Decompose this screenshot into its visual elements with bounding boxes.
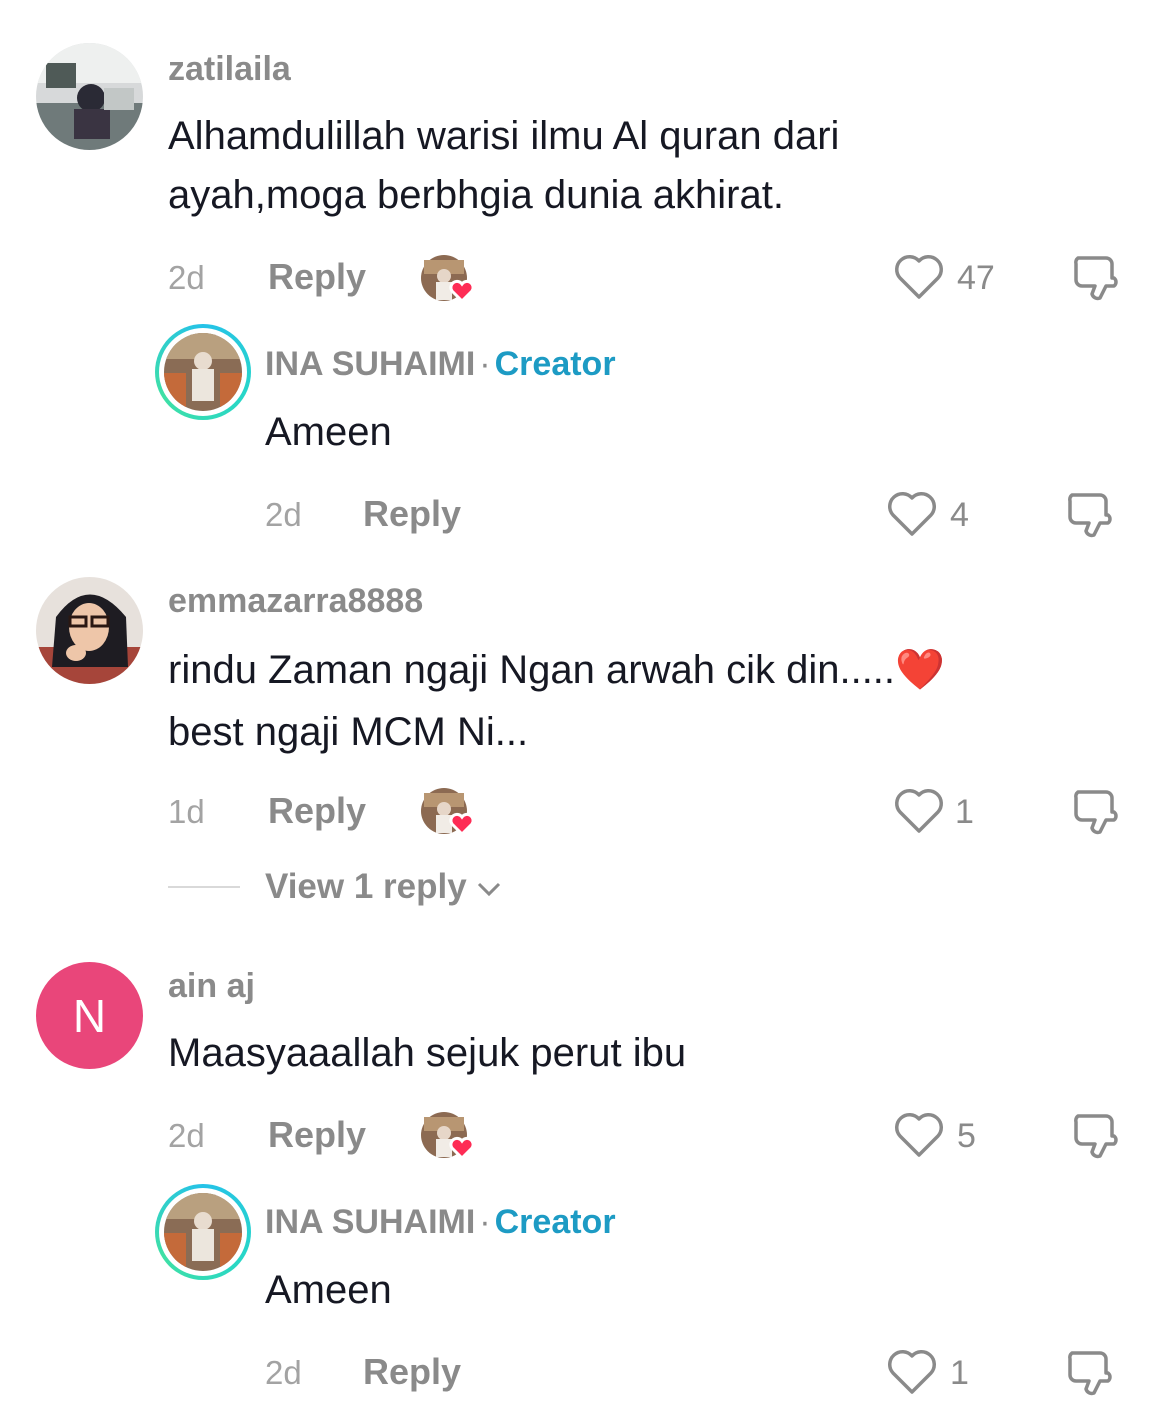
commenter-avatar[interactable] bbox=[36, 43, 143, 150]
creator-badge: Creator bbox=[494, 345, 616, 383]
view-replies-label: View 1 reply bbox=[265, 867, 467, 906]
profile-photo-icon bbox=[36, 43, 143, 150]
like-heart-icon[interactable] bbox=[893, 1111, 945, 1164]
comment-text-line: rindu Zaman ngaji Ngan arwah cik din....… bbox=[168, 648, 945, 692]
creator-liked-heart-icon bbox=[421, 1112, 475, 1161]
like-count: 1 bbox=[950, 1354, 969, 1392]
comment-username[interactable]: ain aj bbox=[168, 967, 255, 1006]
comment-text-line: Maasyaaallah sejuk perut ibu bbox=[168, 1031, 687, 1075]
like-count: 4 bbox=[950, 496, 969, 534]
reply-text: Ameen bbox=[265, 1268, 392, 1312]
like-count: 1 bbox=[955, 793, 974, 831]
commenter-avatar[interactable]: N bbox=[36, 962, 143, 1069]
creator-liked-heart-icon bbox=[421, 255, 475, 304]
reply-button[interactable]: Reply bbox=[363, 1351, 461, 1393]
creator-avatar[interactable] bbox=[155, 324, 251, 420]
creator-liked-badge bbox=[420, 1111, 475, 1161]
creator-liked-badge bbox=[420, 254, 475, 304]
comment-timestamp: 2d bbox=[168, 1117, 205, 1154]
creator-avatar[interactable] bbox=[155, 1184, 251, 1280]
profile-photo-icon bbox=[164, 1193, 242, 1271]
dislike-icon[interactable] bbox=[1064, 487, 1118, 546]
reply-button[interactable]: Reply bbox=[268, 256, 366, 298]
comment-text-line: best ngaji MCM Ni... bbox=[168, 710, 529, 754]
like-count: 5 bbox=[957, 1117, 976, 1155]
reply-username[interactable]: INA SUHAIMI · Creator bbox=[265, 1203, 616, 1242]
comment-timestamp: 2d bbox=[168, 259, 205, 296]
like-heart-icon[interactable] bbox=[886, 490, 938, 543]
reply-button[interactable]: Reply bbox=[268, 1114, 366, 1156]
creator-liked-heart-icon bbox=[421, 788, 475, 837]
view-replies-divider bbox=[168, 886, 240, 888]
dislike-icon[interactable] bbox=[1070, 1108, 1124, 1167]
dislike-icon[interactable] bbox=[1064, 1345, 1118, 1404]
like-heart-icon[interactable] bbox=[893, 253, 945, 306]
comment-text-line: ayah,moga berbhgia dunia akhirat. bbox=[168, 173, 784, 217]
creator-liked-badge bbox=[420, 787, 475, 837]
creator-name[interactable]: INA SUHAIMI bbox=[265, 1203, 475, 1241]
profile-photo-icon bbox=[164, 333, 242, 411]
dislike-icon[interactable] bbox=[1070, 250, 1124, 309]
reply-button[interactable]: Reply bbox=[268, 790, 366, 832]
like-heart-icon[interactable] bbox=[886, 1348, 938, 1401]
comment-text-line: Alhamdulillah warisi ilmu Al quran dari bbox=[168, 114, 840, 158]
comment-username[interactable]: emmazarra8888 bbox=[168, 582, 423, 621]
comments-panel: zatilaila Alhamdulillah warisi ilmu Al q… bbox=[0, 0, 1153, 1411]
comment-username[interactable]: zatilaila bbox=[168, 50, 291, 89]
separator-dot: · bbox=[479, 1203, 491, 1241]
chevron-down-icon bbox=[478, 882, 501, 896]
reply-button[interactable]: Reply bbox=[363, 493, 461, 535]
separator-dot: · bbox=[479, 345, 491, 383]
like-count: 47 bbox=[957, 259, 995, 297]
commenter-avatar[interactable] bbox=[36, 577, 143, 684]
creator-badge: Creator bbox=[494, 1203, 616, 1241]
reply-timestamp: 2d bbox=[265, 1354, 302, 1391]
reply-username[interactable]: INA SUHAIMI · Creator bbox=[265, 345, 616, 384]
avatar-initial: N bbox=[72, 989, 107, 1042]
comment-timestamp: 1d bbox=[168, 793, 205, 830]
view-replies-button[interactable]: View 1 reply bbox=[265, 867, 502, 907]
profile-photo-icon bbox=[36, 577, 143, 684]
reply-text: Ameen bbox=[265, 410, 392, 454]
like-heart-icon[interactable] bbox=[893, 787, 945, 840]
creator-name[interactable]: INA SUHAIMI bbox=[265, 345, 475, 383]
reply-timestamp: 2d bbox=[265, 496, 302, 533]
dislike-icon[interactable] bbox=[1070, 784, 1124, 843]
